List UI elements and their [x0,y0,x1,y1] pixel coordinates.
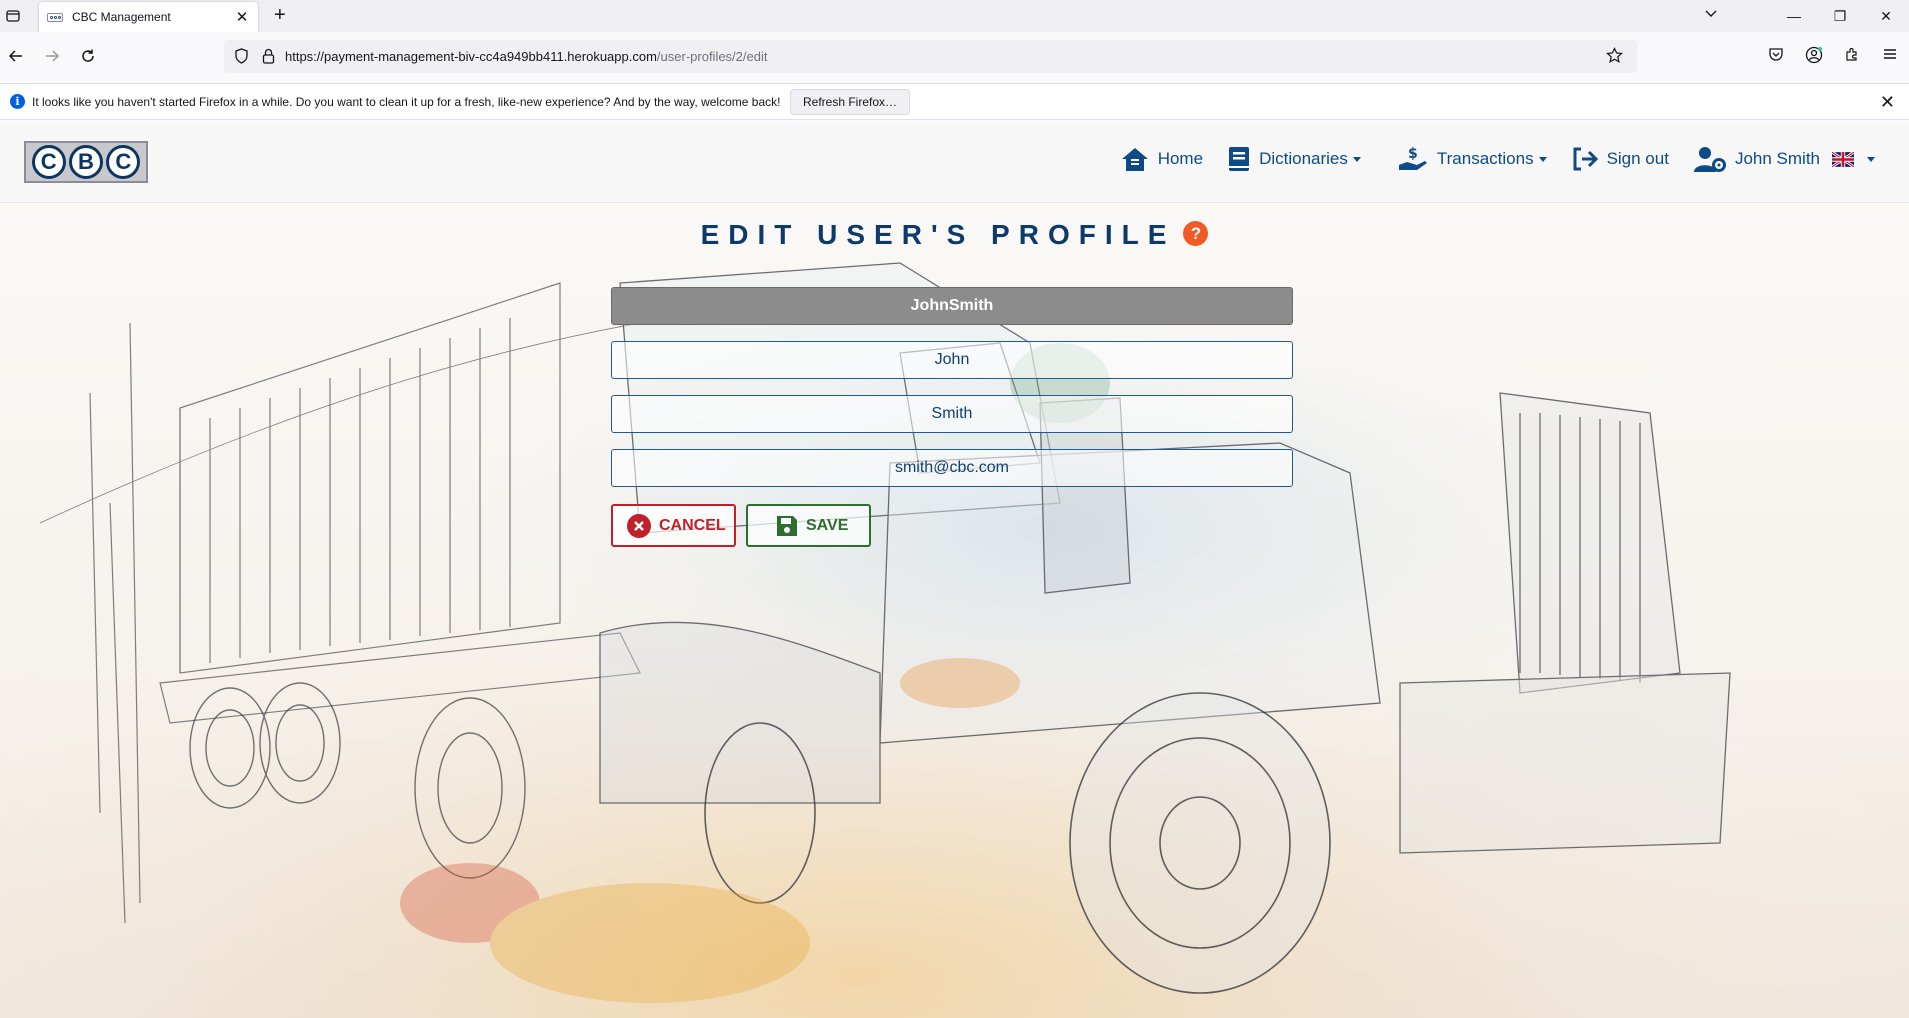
menu-hamburger-icon[interactable] [1871,46,1909,64]
caret-down-icon [1867,156,1875,162]
nav-signout-label: Sign out [1606,149,1669,168]
sign-out-icon [1573,147,1598,171]
email-field[interactable]: smith@cbc.com [611,449,1293,487]
app-header: C B C Home Dictionaries $ Transactions S… [0,123,1909,203]
refresh-firefox-button[interactable]: Refresh Firefox… [790,89,911,115]
caret-down-icon [1538,156,1547,162]
nav-home-label: Home [1157,149,1204,168]
tab-title: CBC Management [72,10,171,24]
page-title: EDIT USER'S PROFILE? [0,219,1909,251]
close-window-icon[interactable]: ✕ [1863,8,1909,25]
nav-signout[interactable]: Sign out [1571,146,1669,172]
browser-tab[interactable]: CBC Management ✕ [39,2,258,32]
back-icon[interactable] [6,46,26,66]
url-bar[interactable]: https://payment-management-biv-cc4a949bb… [224,40,1637,73]
chevron-down-icon[interactable] [1704,6,1718,25]
list-all-tabs-icon[interactable] [0,0,26,32]
save-button[interactable]: SAVE [746,504,871,547]
logo-letter: C [31,145,66,179]
floppy-disk-icon [776,515,798,537]
username-field: JohnSmith [611,287,1293,325]
last-name-field[interactable]: Smith [611,395,1293,433]
caret-down-icon [1352,156,1361,162]
tracking-shield-icon[interactable] [234,48,249,69]
save-button-label: SAVE [806,516,849,534]
user-cog-icon [1693,147,1726,172]
nav-user[interactable]: John Smith [1693,145,1875,173]
logo-letter: B [68,145,103,179]
truck-sketch-background [0,203,1909,1018]
home-icon [1121,148,1148,171]
restore-icon[interactable]: ❐ [1817,8,1863,25]
bookmark-star-icon[interactable] [1606,47,1623,69]
web-page: C B C Home Dictionaries $ Transactions S… [0,123,1909,1018]
cbc-favicon-icon [47,12,63,22]
new-tab-icon[interactable]: + [274,4,286,27]
account-icon[interactable] [1795,46,1833,64]
lock-icon[interactable] [262,48,275,69]
close-tab-icon[interactable]: ✕ [234,8,250,26]
cancel-button-label: CANCEL [659,516,726,534]
notification-message: It looks like you haven't started Firefo… [32,95,781,109]
nav-dictionaries[interactable]: Dictionaries [1227,145,1361,173]
help-icon[interactable]: ? [1183,221,1209,247]
uk-flag-icon[interactable] [1832,151,1854,167]
window-controls: — ❐ ✕ [1771,0,1909,32]
cancel-button[interactable]: CANCEL [611,504,736,547]
nav-home[interactable]: Home [1120,146,1203,172]
nav-transactions[interactable]: $ Transactions [1397,145,1547,173]
url-host: https://payment-management-biv-cc4a949bb… [285,49,657,64]
nav-dictionaries-label: Dictionaries [1259,149,1348,168]
minimize-icon[interactable]: — [1771,8,1817,24]
book-icon [1229,147,1250,171]
browser-toolbar-right [1757,46,1909,64]
first-name-field[interactable]: John [611,341,1293,379]
firefox-notification-bar: i It looks like you haven't started Fire… [0,83,1909,120]
svg-text:$: $ [1408,146,1418,162]
extensions-icon[interactable] [1833,46,1871,64]
info-icon: i [10,94,25,109]
url-text: https://payment-management-biv-cc4a949bb… [285,49,767,64]
nav-user-label: John Smith [1734,149,1820,168]
browser-tab-bar [0,0,1909,32]
logo-letter: C [106,145,141,179]
pocket-icon[interactable] [1757,46,1795,64]
page-title-text: EDIT USER'S PROFILE [700,219,1176,250]
forward-icon[interactable] [42,46,62,66]
cancel-circle-icon [627,513,651,538]
close-notification-icon[interactable]: ✕ [1880,92,1895,113]
hand-dollar-icon: $ [1398,146,1427,170]
cbc-logo[interactable]: C B C [24,141,148,183]
main-menu: Home Dictionaries $ Transactions Sign ou… [1096,145,1875,173]
reload-icon[interactable] [78,46,98,66]
nav-transactions-label: Transactions [1436,149,1534,168]
url-path: /user-profiles/2/edit [656,49,768,64]
